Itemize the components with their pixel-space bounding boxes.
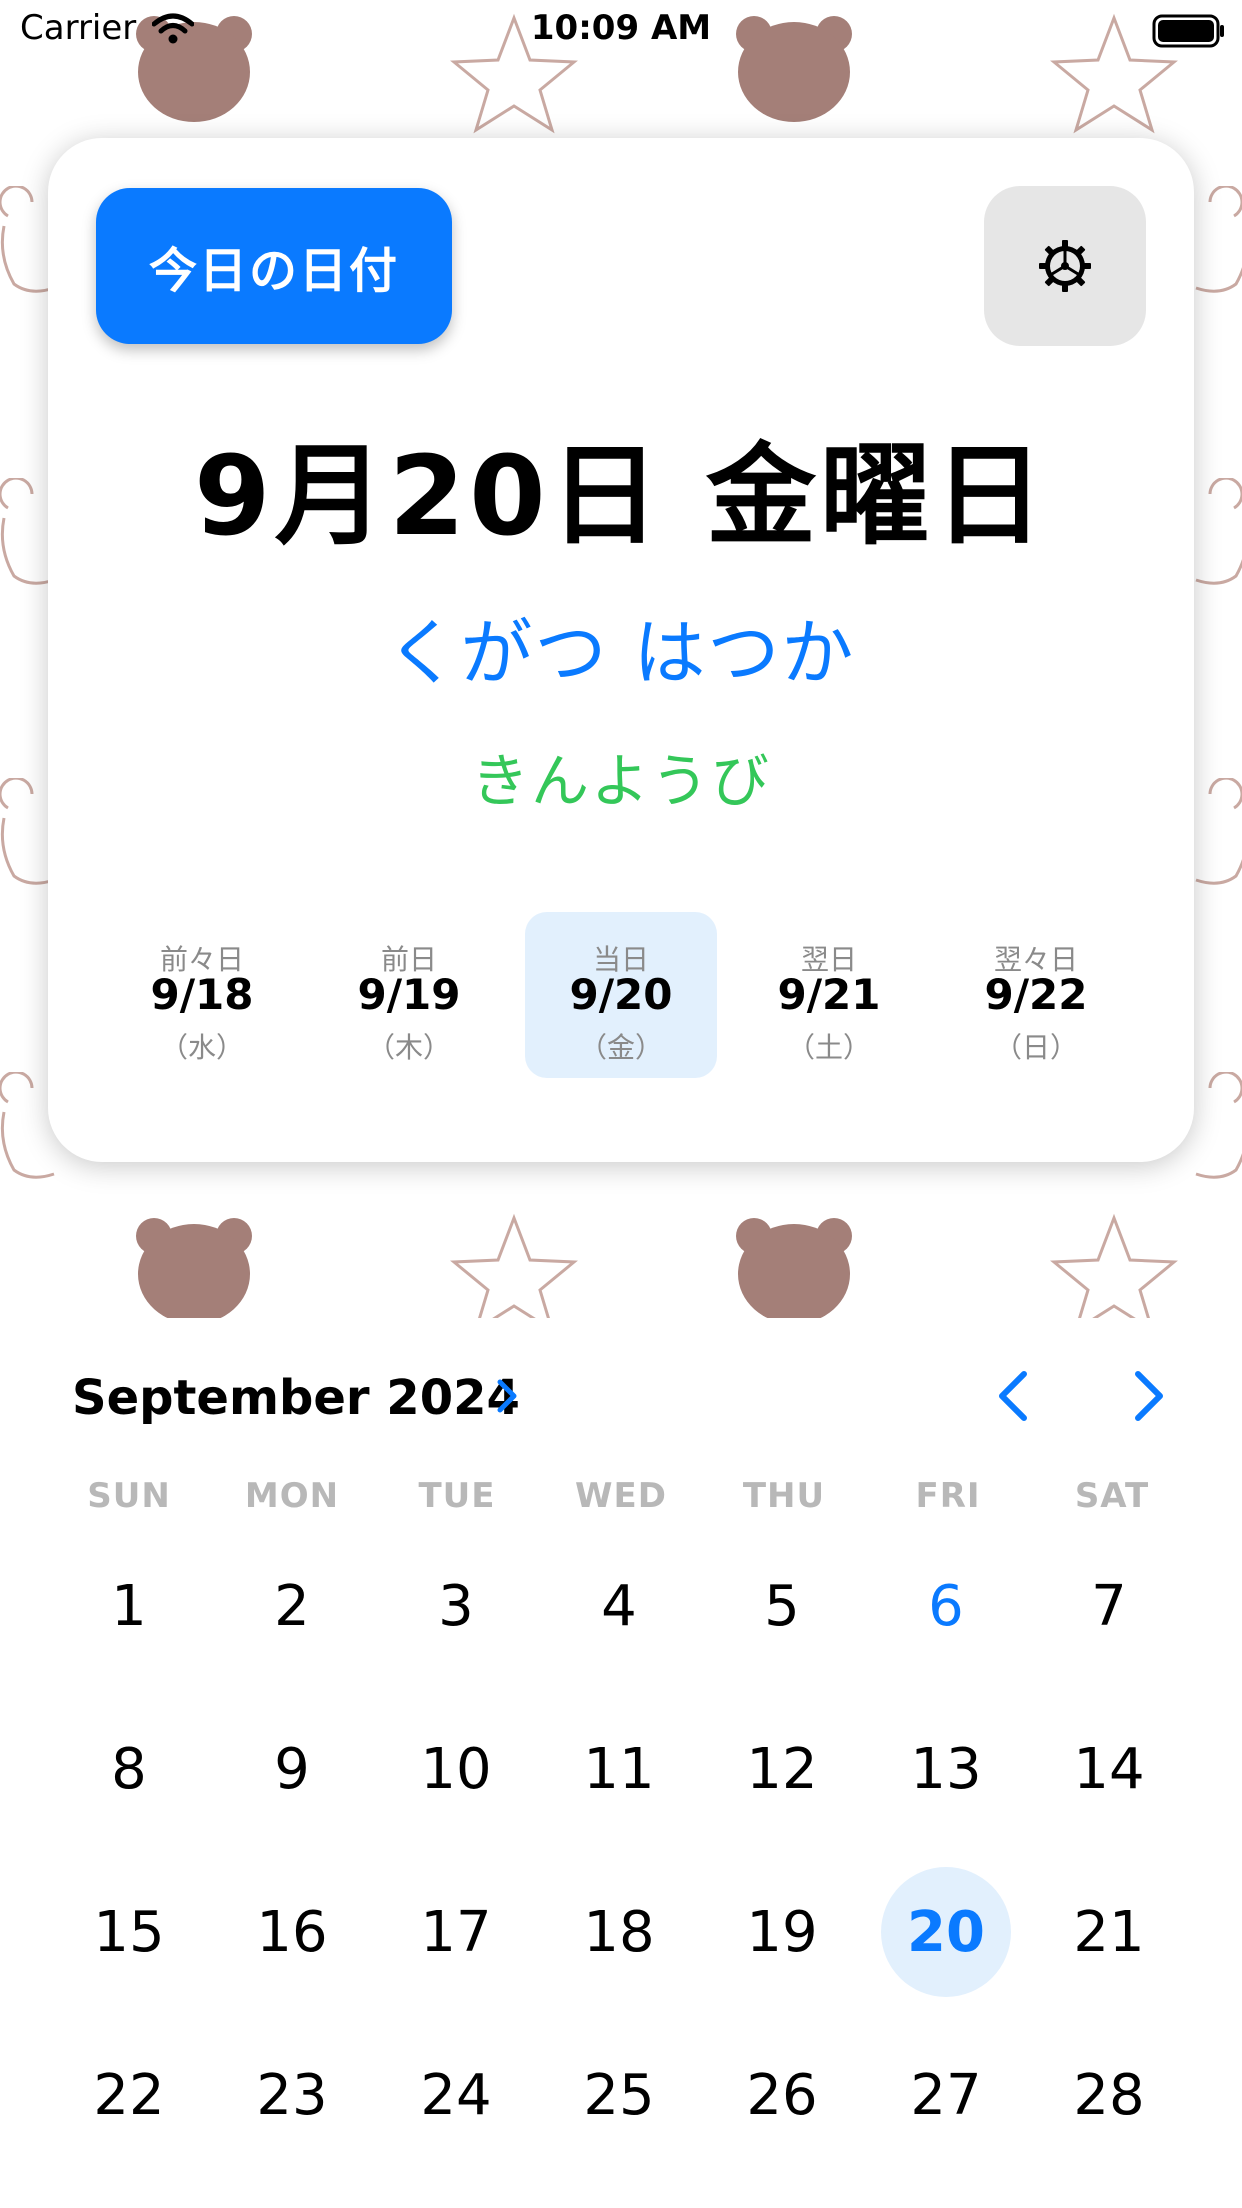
day-item-day-before-yesterday[interactable]: 前々日 9/18 （水） (106, 912, 298, 1078)
day-item-yesterday[interactable]: 前日 9/19 （木） (313, 912, 505, 1078)
battery-full-icon (1152, 14, 1224, 48)
month-year-title[interactable]: September 2024 (72, 1370, 520, 1426)
calendar-day[interactable]: 8 (64, 1704, 194, 1834)
day-weekday: （木） (366, 1031, 451, 1064)
calendar-day[interactable]: 2 (227, 1541, 357, 1671)
calendar-day[interactable]: 25 (554, 2030, 684, 2160)
settings-button[interactable] (984, 186, 1146, 346)
calendar-day[interactable]: 12 (717, 1704, 847, 1834)
calendar-day[interactable]: 4 (554, 1541, 684, 1671)
calendar-day[interactable]: 21 (1044, 1867, 1174, 1997)
day-weekday: （水） (159, 1031, 244, 1064)
bear-face-icon (136, 1218, 252, 1318)
next-month-button[interactable] (1126, 1368, 1170, 1424)
weekday-header-fri: FRI (915, 1476, 981, 1516)
day-date: 9/21 (777, 970, 881, 1019)
weekday-reading-text: きんようび (470, 747, 771, 815)
day-weekday: （日） (993, 1031, 1078, 1064)
calendar-day[interactable]: 16 (227, 1867, 357, 1997)
day-date: 9/22 (984, 970, 1088, 1019)
calendar-day-current-date[interactable]: 6 (881, 1541, 1011, 1671)
day-date: 9/18 (150, 970, 254, 1019)
calendar-day[interactable]: 7 (1044, 1541, 1174, 1671)
star-icon (1050, 1213, 1178, 1318)
weekday-header-mon: MON (244, 1476, 340, 1516)
month-calendar: September 2024 SUN MON TUE WED THU FRI S… (0, 1318, 1242, 2208)
previous-month-button[interactable] (992, 1368, 1036, 1424)
day-item-day-after-tomorrow[interactable]: 翌々日 9/22 （日） (940, 912, 1132, 1078)
calendar-day[interactable]: 18 (554, 1867, 684, 1997)
day-weekday: （土） (786, 1031, 871, 1064)
weekday-header-sat: SAT (1074, 1476, 1150, 1516)
gear-icon (1039, 240, 1091, 292)
calendar-day[interactable]: 23 (227, 2030, 357, 2160)
day-item-today[interactable]: 当日 9/20 （金） (525, 912, 717, 1078)
main-date-heading: 9月20日 金曜日 (194, 432, 1048, 560)
status-bar: Carrier 10:09 AM (0, 0, 1242, 60)
weekday-header-tue: TUE (418, 1476, 496, 1516)
calendar-day[interactable]: 19 (717, 1867, 847, 1997)
star-icon (450, 1213, 578, 1318)
calendar-day[interactable]: 17 (391, 1867, 521, 1997)
chevron-right-icon[interactable] (492, 1374, 522, 1418)
calendar-day[interactable]: 3 (391, 1541, 521, 1671)
day-selector: 前々日 9/18 （水） 前日 9/19 （木） 当日 9/20 （金） 翌日 … (48, 912, 1194, 1080)
date-reading-text: くがつ はつか (386, 611, 856, 695)
calendar-day[interactable]: 22 (64, 2030, 194, 2160)
day-date: 9/20 (569, 970, 673, 1019)
calendar-day[interactable]: 5 (717, 1541, 847, 1671)
calendar-day[interactable]: 28 (1044, 2030, 1174, 2160)
weekday-header-wed: WED (575, 1476, 667, 1516)
day-weekday: （金） (578, 1031, 663, 1064)
calendar-day[interactable]: 1 (64, 1541, 194, 1671)
calendar-day[interactable]: 27 (881, 2030, 1011, 2160)
calendar-day[interactable]: 15 (64, 1867, 194, 1997)
day-item-tomorrow[interactable]: 翌日 9/21 （土） (733, 912, 925, 1078)
calendar-day[interactable]: 11 (554, 1704, 684, 1834)
today-button[interactable]: 今日の日付 (96, 188, 452, 344)
weekday-header-sun: SUN (87, 1476, 171, 1516)
calendar-day[interactable]: 13 (881, 1704, 1011, 1834)
date-card: 今日の日付 9月20日 金曜日 くがつ はつか きんようび 前々日 9/18 （… (48, 138, 1194, 1162)
calendar-day[interactable]: 26 (717, 2030, 847, 2160)
calendar-day[interactable]: 10 (391, 1704, 521, 1834)
calendar-day[interactable]: 9 (227, 1704, 357, 1834)
weekday-header-thu: THU (742, 1476, 826, 1516)
day-date: 9/19 (357, 970, 461, 1019)
bear-face-icon (736, 1218, 852, 1318)
screen: Carrier 10:09 AM 今日の日付 9月20日 金曜日 くがつ はつか… (0, 0, 1242, 2208)
status-time: 10:09 AM (530, 8, 712, 48)
calendar-day[interactable]: 24 (391, 2030, 521, 2160)
calendar-day-selected[interactable]: 20 (881, 1867, 1011, 1997)
calendar-day[interactable]: 14 (1044, 1704, 1174, 1834)
